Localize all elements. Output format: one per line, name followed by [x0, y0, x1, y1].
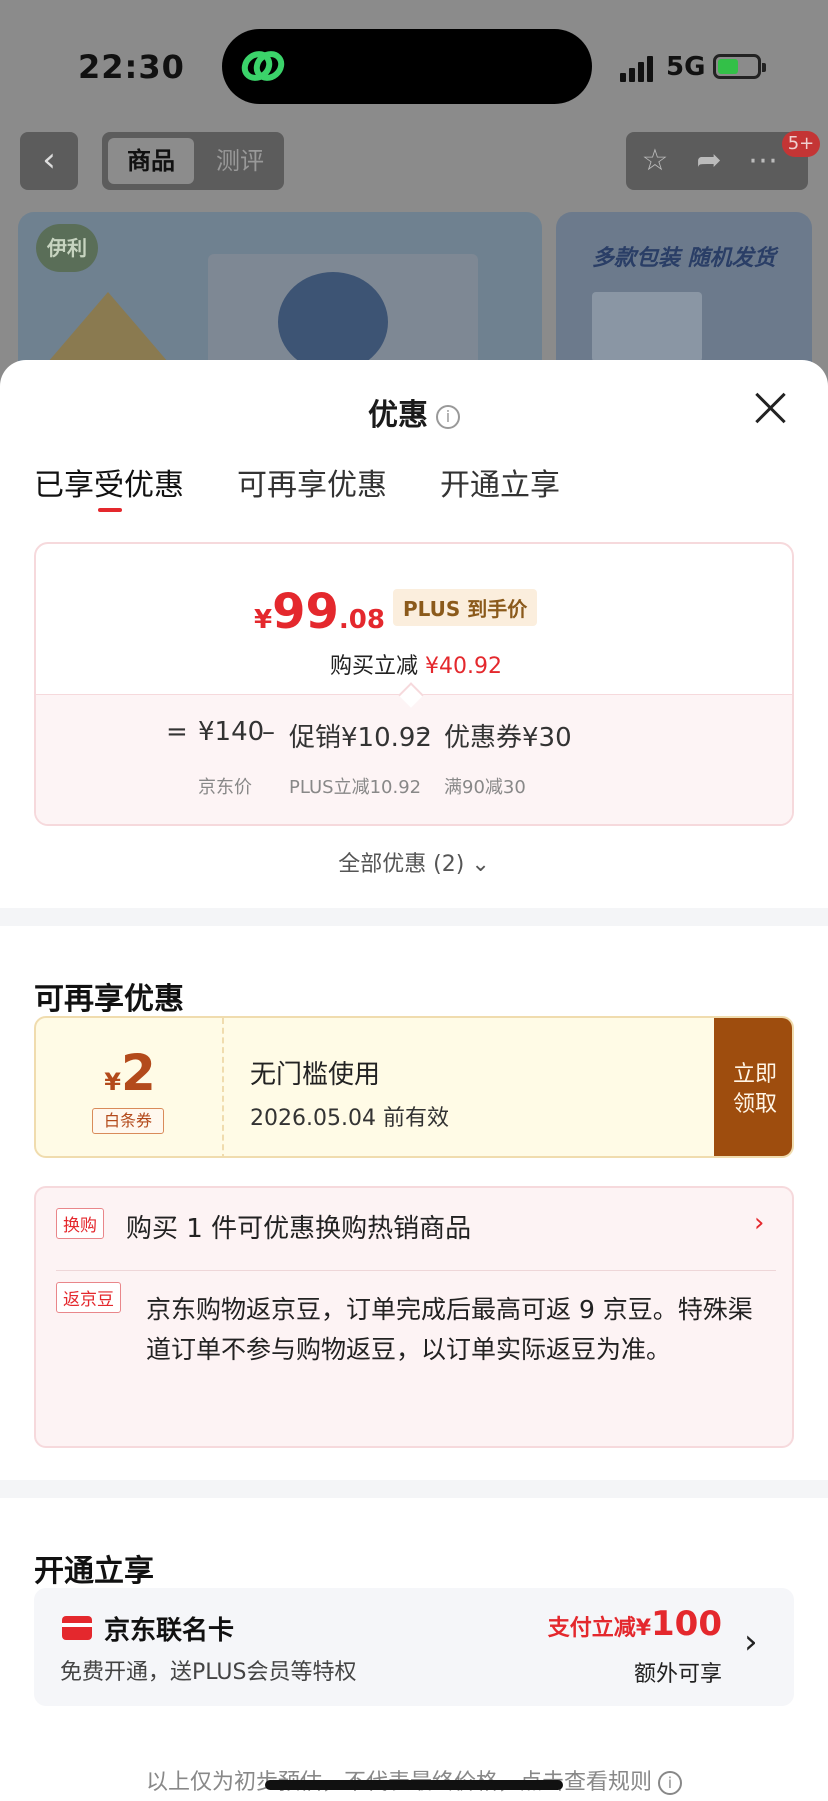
- card-name: 京东联名卡: [104, 1616, 235, 1646]
- star-icon[interactable]: ☆: [634, 140, 676, 182]
- card-extra: 额外可享: [633, 1662, 722, 1687]
- tab-review[interactable]: 测评: [202, 138, 278, 184]
- coupon-amount: ¥2: [36, 1044, 224, 1102]
- back-button[interactable]: ‹: [20, 132, 78, 190]
- all-deals-label: 全部优惠 (2): [338, 852, 465, 877]
- status-bar: 22:30 5G: [0, 0, 828, 130]
- mascot-image: [278, 272, 388, 372]
- close-icon[interactable]: [752, 390, 788, 426]
- extra-benefits: 换购 购买 1 件可优惠换购热销商品 › 返京豆 京东购物返京豆，订单完成后最高…: [34, 1186, 794, 1448]
- formula-promo-label: PLUS立减10.92: [289, 777, 422, 798]
- claim-line-1: 立即: [732, 1062, 777, 1087]
- all-deals-toggle[interactable]: 全部优惠 (2) ⌄: [0, 846, 828, 878]
- coupon-expiry: 2026.05.04 前有效: [250, 1106, 449, 1131]
- swap-tag: 换购: [56, 1208, 104, 1239]
- reduce-row: 购买立减 ¥40.92: [36, 648, 792, 680]
- network-type: 5G: [666, 52, 706, 82]
- claim-coupon-button[interactable]: 立即 领取: [714, 1018, 792, 1156]
- coupon-name: 无门槛使用: [250, 1060, 381, 1090]
- tab-applied[interactable]: 已享受优惠: [34, 460, 184, 504]
- share-icon[interactable]: ➦: [688, 140, 730, 182]
- package-image: [592, 292, 702, 362]
- baitiao-coupon: ¥2 白条券 无门槛使用 2026.05.04 前有效 立即 领取: [34, 1016, 794, 1158]
- formula-base: ¥140: [198, 717, 265, 747]
- claim-line-2: 领取: [732, 1092, 777, 1117]
- banner-side-title: 多款包装 随机发货: [592, 246, 776, 271]
- tent-illustration: [48, 292, 168, 362]
- info-icon: i: [658, 1771, 682, 1795]
- card-promo: 支付立减¥100: [548, 1604, 722, 1644]
- formula-promo: 促销¥10.92: [289, 723, 432, 753]
- formula-eq: =: [166, 717, 188, 747]
- tab-more[interactable]: 可再享优惠: [237, 460, 387, 504]
- card-promo-amount: 100: [651, 1604, 722, 1644]
- brand-logo: 伊利: [36, 224, 98, 272]
- tab-underline: [98, 508, 122, 512]
- tab-open[interactable]: 开通立享: [440, 460, 560, 504]
- product-page-background: 22:30 5G ‹ 商品 测评 ☆ ➦ ⋯ 5+ 伊利 多款包装 随机发货: [0, 0, 828, 422]
- reduce-value: ¥40.92: [425, 654, 502, 679]
- cobrand-card-offer[interactable]: 京东联名卡 免费开通，送PLUS会员等特权 支付立减¥100 额外可享 ›: [34, 1588, 794, 1706]
- plus-price-tag: PLUS 到手价: [392, 589, 538, 626]
- coupon-value-area: ¥2 白条券: [36, 1018, 224, 1156]
- price-currency: ¥: [254, 605, 273, 635]
- formula-minus-1: –: [262, 717, 275, 747]
- more-deals-title: 可再享优惠: [34, 982, 184, 1017]
- nav-actions: ☆ ➦ ⋯: [626, 132, 808, 190]
- coupon-amount-number: 2: [120, 1044, 156, 1102]
- clock: 22:30: [78, 48, 185, 86]
- cellular-signal-icon: [620, 54, 660, 82]
- price-formula: = ¥140 京东价 – 促销¥10.92 PLUS立减10.92 – 优惠券¥…: [36, 694, 792, 824]
- home-indicator: [265, 1780, 563, 1790]
- product-tabs: 商品 测评: [102, 132, 284, 190]
- formula-coupon: 优惠券¥30: [444, 723, 572, 753]
- link-activity-icon: [241, 51, 285, 81]
- divider: [56, 1270, 776, 1271]
- card-desc: 免费开通，送PLUS会员等特权: [60, 1660, 357, 1685]
- final-price: ¥99.08 PLUS 到手价: [254, 584, 538, 642]
- price-decimal: .08: [338, 605, 385, 635]
- message-badge: 5+: [782, 131, 820, 157]
- swap-text[interactable]: 购买 1 件可优惠换购热销商品: [126, 1208, 471, 1245]
- section-divider: [0, 908, 828, 926]
- chevron-right-icon[interactable]: ›: [744, 1622, 758, 1662]
- price-integer: 99: [272, 584, 339, 640]
- bean-text: 京东购物返京豆，订单完成后最高可返 9 京豆。特殊渠道订单不参与购物返豆，以订单…: [146, 1295, 753, 1364]
- info-icon[interactable]: i: [436, 404, 460, 429]
- formula-base-label: 京东价: [198, 777, 252, 798]
- card-promo-text: 支付立减¥: [547, 1616, 652, 1641]
- chevron-right-icon[interactable]: ›: [754, 1208, 764, 1238]
- more-icon[interactable]: ⋯: [742, 140, 784, 182]
- tab-product[interactable]: 商品: [108, 138, 194, 184]
- coupon-type-tag: 白条券: [92, 1108, 164, 1134]
- battery-charging-icon: [713, 54, 766, 79]
- sheet-title: 优惠 i: [0, 390, 828, 434]
- credit-card-icon: [62, 1616, 92, 1640]
- bean-tag: 返京豆: [56, 1282, 121, 1313]
- coupon-currency: ¥: [104, 1068, 121, 1096]
- reduce-label: 购买立减: [330, 654, 419, 679]
- dynamic-island: [222, 29, 592, 104]
- sheet-title-text: 优惠: [368, 398, 428, 433]
- price-card: ¥99.08 PLUS 到手价 购买立减 ¥40.92 = ¥140 京东价 – …: [34, 542, 794, 826]
- discount-sheet: 优惠 i 已享受优惠 可再享优惠 开通立享 ¥99.08 PLUS 到手价 购买立减…: [0, 360, 828, 1801]
- chevron-down-icon: ⌄: [471, 852, 490, 877]
- formula-minus-2: –: [416, 717, 429, 747]
- formula-coupon-label: 满90减30: [444, 777, 526, 798]
- section-divider-2: [0, 1480, 828, 1498]
- open-title: 开通立享: [34, 1554, 154, 1589]
